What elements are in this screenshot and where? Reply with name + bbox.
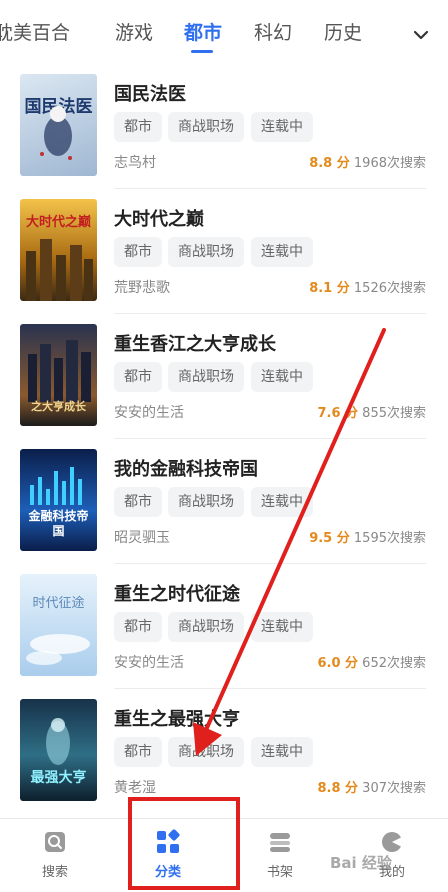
book-meta: 8.1 分 1526次搜索 [309,277,426,296]
tab-history[interactable]: 历史 [324,20,362,46]
book-meta: 7.6 分 855次搜索 [317,402,426,421]
watermark-text: Bai 经验 [330,854,392,872]
genre-tag[interactable]: 都市 [114,737,162,767]
book-item[interactable]: 之大亨成长 重生香江之大亨成长 都市 商战职场 连载中 安安的生活 7.6 分 … [0,314,448,439]
book-cover: 之大亨成长 [20,324,97,426]
tab-urban[interactable]: 都市 [184,20,222,46]
book-score: 8.8 分 [317,781,359,796]
tab-danmei[interactable]: 耽美百合 [0,20,70,46]
book-author: 黄老湿 [114,780,156,796]
category-tag[interactable]: 商战职场 [168,112,244,142]
nav-bookshelf-label: 书架 [266,865,293,880]
book-author: 安安的生活 [114,405,184,421]
book-cover: 大时代之巅 [20,199,97,301]
book-meta: 8.8 分 307次搜索 [317,777,426,796]
tab-games[interactable]: 游戏 [115,20,153,46]
book-score: 8.1 分 [309,281,350,296]
book-title[interactable]: 我的金融科技帝国 [114,455,258,481]
book-item[interactable]: 时代征途 重生之时代征途 都市 商战职场 连载中 安安的生活 6.0 分 652… [0,564,448,689]
book-item[interactable]: 国民法医 国民法医 都市 商战职场 连载中 志鸟村 8.8 分 1968次搜索 [0,64,448,189]
category-tag[interactable]: 商战职场 [168,612,244,642]
status-tag[interactable]: 连载中 [251,112,313,142]
cover-cloud-icon [26,634,90,665]
annotation-highlight-box [128,797,240,890]
status-tag[interactable]: 连载中 [251,487,313,517]
book-author: 安安的生活 [114,655,184,671]
cover-title: 最强大亨 [30,770,87,786]
nav-bookshelf[interactable]: 书架 [240,829,320,880]
genre-tag[interactable]: 都市 [114,612,162,642]
bookshelf-icon [270,833,290,852]
category-tag[interactable]: 商战职场 [168,237,244,267]
book-meta: 6.0 分 652次搜索 [317,652,426,671]
nav-search-label: 搜索 [41,865,68,880]
book-title[interactable]: 国民法医 [114,80,186,106]
search-count: 855次搜索 [362,406,426,421]
book-cover: 金融科技帝国 [20,449,97,551]
book-author: 志鸟村 [114,155,156,171]
status-tag[interactable]: 连载中 [251,612,313,642]
book-author: 昭灵驷玉 [114,530,170,546]
nav-search[interactable]: 搜索 [15,829,95,880]
genre-tag[interactable]: 都市 [114,237,162,267]
book-cover: 时代征途 [20,574,97,676]
book-title[interactable]: 重生香江之大亨成长 [114,330,276,356]
book-cover: 最强大亨 [20,699,97,801]
book-title[interactable]: 大时代之巅 [114,205,204,231]
book-score: 9.5 分 [309,531,350,546]
category-tabs: 耽美百合 游戏 都市 科幻 历史 [0,0,448,64]
book-score: 6.0 分 [317,656,359,671]
cover-figure-icon [40,106,72,160]
book-meta: 8.8 分 1968次搜索 [309,152,426,171]
book-title[interactable]: 重生之时代征途 [114,580,240,606]
category-tag[interactable]: 商战职场 [168,737,244,767]
status-tag[interactable]: 连载中 [251,237,313,267]
book-item[interactable]: 金融科技帝国 我的金融科技帝国 都市 商战职场 连载中 昭灵驷玉 9.5 分 1… [0,439,448,564]
search-icon [45,832,65,852]
cover-title: 金融科技帝国 [28,509,89,538]
genre-tag[interactable]: 都市 [114,487,162,517]
tab-scifi[interactable]: 科幻 [254,20,292,46]
status-tag[interactable]: 连载中 [251,737,313,767]
active-tab-indicator [191,50,213,53]
genre-tag[interactable]: 都市 [114,362,162,392]
book-cover: 国民法医 [20,74,97,176]
search-count: 1526次搜索 [353,281,426,296]
search-count: 1968次搜索 [353,156,426,171]
cover-skyline-icon [26,239,93,301]
book-item[interactable]: 大时代之巅 大时代之巅 都市 商战职场 连载中 荒野悲歌 8.1 分 1526次… [0,189,448,314]
search-count: 307次搜索 [362,781,426,796]
book-score: 8.8 分 [309,156,350,171]
book-author: 荒野悲歌 [114,280,170,296]
book-title[interactable]: 重生之最强大亨 [114,705,240,731]
cover-title: 之大亨成长 [31,400,86,413]
search-count: 652次搜索 [362,656,426,671]
category-tag[interactable]: 商战职场 [168,362,244,392]
book-item[interactable]: 最强大亨 重生之最强大亨 都市 商战职场 连载中 黄老湿 8.8 分 307次搜… [0,689,448,814]
search-count: 1595次搜索 [353,531,426,546]
book-meta: 9.5 分 1595次搜索 [309,527,426,546]
status-tag[interactable]: 连载中 [251,362,313,392]
book-score: 7.6 分 [317,406,359,421]
chevron-down-icon[interactable] [410,24,432,46]
category-tag[interactable]: 商战职场 [168,487,244,517]
genre-tag[interactable]: 都市 [114,112,162,142]
